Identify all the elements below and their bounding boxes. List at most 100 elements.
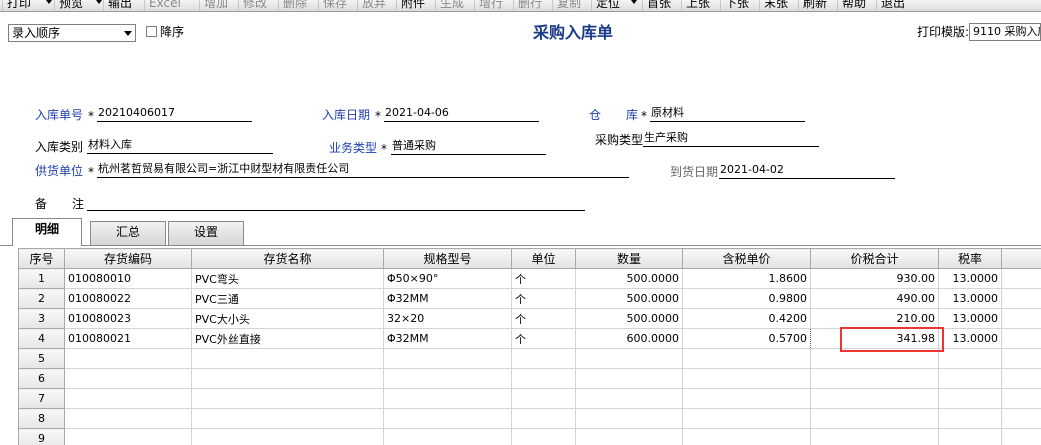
cell-extra[interactable] (1001, 368, 1041, 389)
table-row[interactable]: 5 (18, 348, 1041, 369)
attachment-button[interactable]: 附件 (396, 0, 429, 11)
cell-code[interactable] (64, 388, 192, 409)
locate-button[interactable]: 定位 (591, 0, 624, 11)
cell-total[interactable] (810, 388, 939, 409)
column-header[interactable]: 存货名称 (191, 248, 384, 269)
add-button[interactable]: 增加 (199, 0, 232, 11)
delete-row-button[interactable]: 删行 (513, 0, 546, 11)
cell-price[interactable] (682, 408, 811, 429)
cell-extra[interactable] (1001, 348, 1041, 369)
cell-name[interactable]: PVC三通 (191, 288, 384, 309)
cell-extra[interactable] (1001, 288, 1041, 309)
cell-price[interactable]: 0.5700 (682, 328, 811, 349)
cell-price[interactable]: 1.8600 (682, 268, 811, 289)
detail-grid[interactable]: 序号 存货编码 存货名称 规格型号 单位 数量 含税单价 价税合计 税率 1 0… (18, 248, 1041, 445)
export-button[interactable]: 输出 (103, 0, 136, 11)
table-row[interactable]: 6 (18, 368, 1041, 389)
category-field[interactable]: 材料入库 (87, 137, 273, 154)
locate-dropdown-icon[interactable] (631, 0, 637, 4)
tab-summary[interactable]: 汇总 (90, 221, 166, 245)
cell-total[interactable]: 341.98 (810, 328, 939, 349)
table-row[interactable]: 9 (18, 428, 1041, 445)
cell-total[interactable]: 490.00 (810, 288, 939, 309)
print-button[interactable]: 打印 (2, 0, 35, 11)
cell-tax-rate[interactable]: 13.0000 (938, 328, 1002, 349)
cell-name[interactable]: PVC外丝直接 (191, 328, 384, 349)
cell-total[interactable] (810, 408, 939, 429)
preview-button[interactable]: 预览 (54, 0, 87, 11)
cell-unit[interactable]: 个 (511, 328, 576, 349)
cell-spec[interactable]: Φ50×90° (383, 268, 512, 289)
cell-unit[interactable] (511, 348, 576, 369)
cell-total[interactable] (810, 368, 939, 389)
cell-price[interactable]: 0.9800 (682, 288, 811, 309)
cell-code[interactable]: 010080010 (64, 268, 192, 289)
column-header[interactable]: 单位 (511, 248, 576, 269)
cell-price[interactable] (682, 348, 811, 369)
column-header[interactable]: 价税合计 (810, 248, 939, 269)
cell-name[interactable] (191, 428, 384, 445)
cell-spec[interactable] (383, 368, 512, 389)
cell-price[interactable] (682, 368, 811, 389)
help-button[interactable]: 帮助 (837, 0, 870, 11)
cell-qty[interactable] (575, 348, 683, 369)
cell-total[interactable]: 930.00 (810, 268, 939, 289)
previous-record-button[interactable]: 上张 (681, 0, 714, 11)
receipt-date-field[interactable]: 2021-04-06 (384, 105, 539, 122)
cell-extra[interactable] (1001, 428, 1041, 445)
cell-price[interactable] (682, 388, 811, 409)
table-row[interactable]: 7 (18, 388, 1041, 409)
preview-dropdown-icon[interactable] (96, 0, 102, 4)
cell-name[interactable]: PVC大小头 (191, 308, 384, 329)
cell-name[interactable] (191, 348, 384, 369)
cell-unit[interactable] (511, 408, 576, 429)
receipt-no-field[interactable]: 20210406017 (97, 105, 252, 122)
cell-tax-rate[interactable] (938, 388, 1002, 409)
cell-tax-rate[interactable] (938, 348, 1002, 369)
cell-name[interactable] (191, 388, 384, 409)
edit-button[interactable]: 修改 (238, 0, 271, 11)
cell-spec[interactable]: Φ32MM (383, 328, 512, 349)
tab-detail[interactable]: 明细 (12, 218, 82, 246)
column-header[interactable]: 含税单价 (682, 248, 811, 269)
tab-settings[interactable]: 设置 (168, 221, 244, 245)
column-header[interactable]: 存货编码 (64, 248, 192, 269)
cell-qty[interactable]: 600.0000 (575, 328, 683, 349)
cell-extra[interactable] (1001, 408, 1041, 429)
cell-tax-rate[interactable] (938, 368, 1002, 389)
cell-tax-rate[interactable]: 13.0000 (938, 268, 1002, 289)
cell-tax-rate[interactable] (938, 428, 1002, 445)
warehouse-field[interactable]: 原材料 (650, 105, 805, 122)
sort-order-select[interactable]: 录入顺序 (8, 24, 136, 42)
cell-qty[interactable]: 500.0000 (575, 308, 683, 329)
cell-qty[interactable] (575, 428, 683, 445)
cell-tax-rate[interactable]: 13.0000 (938, 308, 1002, 329)
table-row[interactable]: 4 010080021 PVC外丝直接 Φ32MM 个 600.0000 0.5… (18, 328, 1041, 349)
table-row[interactable]: 1 010080010 PVC弯头 Φ50×90° 个 500.0000 1.8… (18, 268, 1041, 289)
column-header[interactable]: 数量 (575, 248, 683, 269)
cell-code[interactable] (64, 408, 192, 429)
arrival-date-field[interactable]: 2021-04-02 (719, 162, 895, 179)
cell-code[interactable]: 010080022 (64, 288, 192, 309)
cell-spec[interactable] (383, 388, 512, 409)
cell-extra[interactable] (1001, 328, 1041, 349)
table-row[interactable]: 3 010080023 PVC大小头 32×20 个 500.0000 0.42… (18, 308, 1041, 329)
copy-button[interactable]: 复制 (552, 0, 585, 11)
next-record-button[interactable]: 下张 (720, 0, 753, 11)
cell-qty[interactable]: 500.0000 (575, 288, 683, 309)
add-row-button[interactable]: 增行 (474, 0, 507, 11)
save-button[interactable]: 保存 (318, 0, 351, 11)
last-record-button[interactable]: 末张 (759, 0, 792, 11)
cell-spec[interactable] (383, 428, 512, 445)
print-template-select[interactable]: 9110 采购入库 (969, 23, 1041, 41)
table-row[interactable]: 8 (18, 408, 1041, 429)
excel-button[interactable]: Excel (144, 0, 185, 11)
cell-unit[interactable] (511, 388, 576, 409)
cell-tax-rate[interactable]: 13.0000 (938, 288, 1002, 309)
cell-name[interactable]: PVC弯头 (191, 268, 384, 289)
cell-tax-rate[interactable] (938, 408, 1002, 429)
remark-field[interactable] (87, 194, 585, 211)
refresh-button[interactable]: 刷新 (798, 0, 831, 11)
generate-button[interactable]: 生成 (435, 0, 468, 11)
cell-total[interactable] (810, 428, 939, 445)
